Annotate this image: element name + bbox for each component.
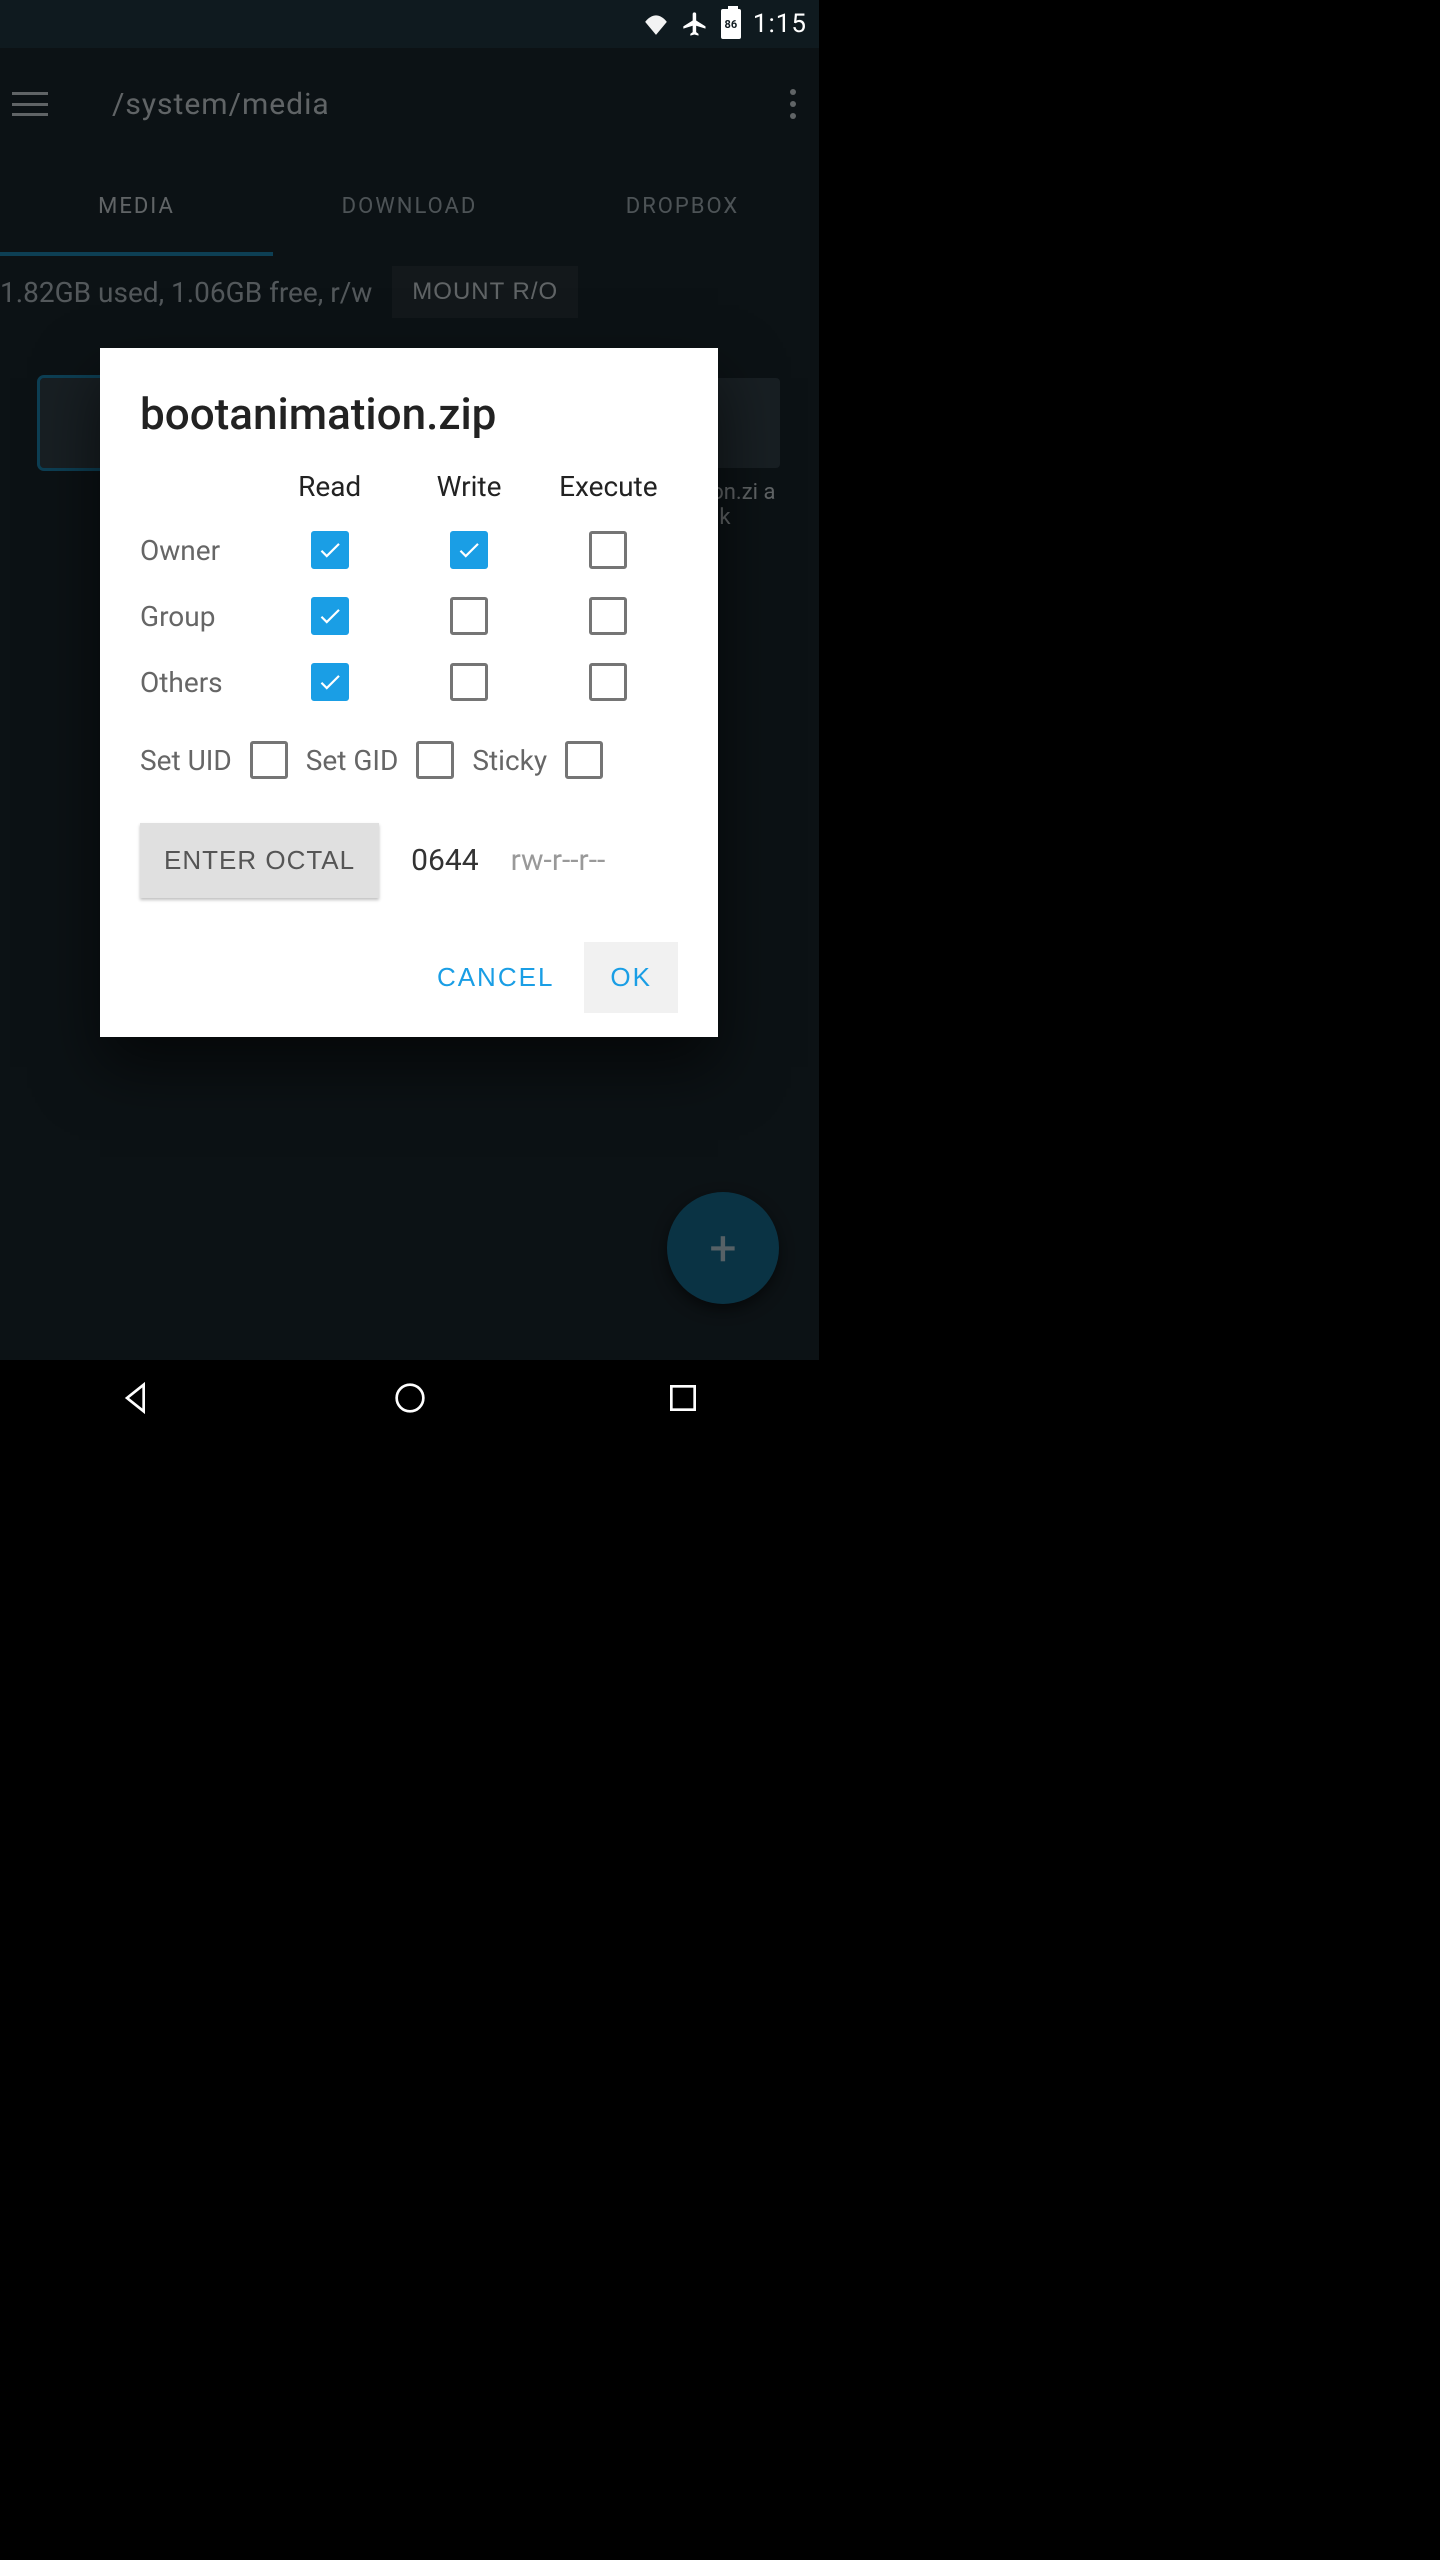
checkbox-owner-execute[interactable]	[589, 531, 627, 569]
col-write: Write	[437, 470, 502, 503]
checkbox-sticky[interactable]	[565, 741, 603, 779]
battery-level: 86	[725, 18, 738, 31]
octal-value[interactable]: 0644	[411, 843, 478, 878]
label-setgid: Set GID	[306, 744, 399, 777]
col-read: Read	[298, 470, 361, 503]
checkbox-group-write[interactable]	[450, 597, 488, 635]
nav-bar	[0, 1360, 819, 1440]
octal-row: ENTER OCTAL 0644 rw-r--r--	[140, 823, 678, 898]
label-sticky: Sticky	[472, 744, 547, 777]
permissions-grid: Read Write Execute Owner Group Others	[140, 470, 678, 701]
checkbox-setuid[interactable]	[250, 741, 288, 779]
row-owner: Owner	[140, 534, 220, 567]
symbolic-value: rw-r--r--	[511, 843, 606, 878]
app-surface: /system/media MEDIA DOWNLOAD DROPBOX 1.8…	[0, 48, 819, 1360]
checkbox-setgid[interactable]	[416, 741, 454, 779]
checkbox-owner-write[interactable]	[450, 531, 488, 569]
airplane-icon	[681, 10, 709, 38]
cancel-button[interactable]: CANCEL	[411, 942, 580, 1013]
checkbox-others-read[interactable]	[311, 663, 349, 701]
dialog-title: bootanimation.zip	[140, 388, 678, 440]
row-others: Others	[140, 666, 223, 699]
wifi-icon	[643, 13, 669, 35]
nav-home-icon[interactable]	[390, 1378, 430, 1422]
status-bar: 86 1:15	[0, 0, 819, 48]
ok-button[interactable]: OK	[584, 942, 678, 1013]
special-bits-row: Set UID Set GID Sticky	[140, 741, 678, 779]
enter-octal-button[interactable]: ENTER OCTAL	[140, 823, 379, 898]
checkbox-others-execute[interactable]	[589, 663, 627, 701]
status-clock: 1:15	[753, 9, 807, 39]
checkbox-group-execute[interactable]	[589, 597, 627, 635]
nav-recent-icon[interactable]	[663, 1378, 703, 1422]
battery-icon: 86	[721, 9, 741, 39]
checkbox-group-read[interactable]	[311, 597, 349, 635]
checkbox-owner-read[interactable]	[311, 531, 349, 569]
dialog-actions: CANCEL OK	[140, 942, 678, 1013]
row-group: Group	[140, 600, 215, 633]
permissions-dialog: bootanimation.zip Read Write Execute Own…	[100, 348, 718, 1037]
label-setuid: Set UID	[140, 744, 232, 777]
nav-back-icon[interactable]	[117, 1378, 157, 1422]
col-execute: Execute	[559, 470, 657, 503]
checkbox-others-write[interactable]	[450, 663, 488, 701]
